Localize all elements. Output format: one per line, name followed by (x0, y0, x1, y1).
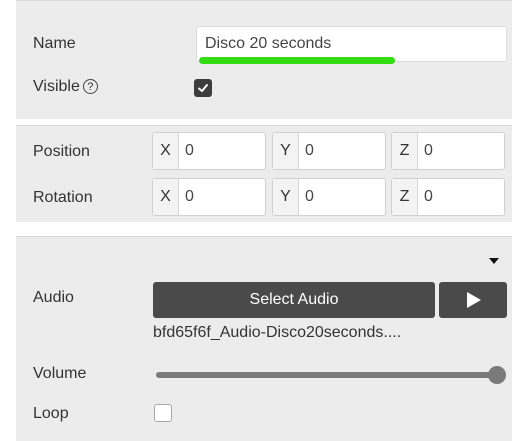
audio-file-name: bfd65f6f_Audio-Disco20seconds.... (153, 324, 402, 341)
rotation-x-axis-label: X (153, 179, 179, 215)
help-icon[interactable]: ? (82, 79, 98, 94)
position-y-field[interactable]: Y 0 (272, 132, 386, 170)
rotation-y-axis-label: Y (273, 179, 299, 215)
rotation-z-value[interactable]: 0 (424, 179, 433, 215)
loop-checkbox[interactable] (154, 404, 172, 422)
rotation-x-value[interactable]: 0 (185, 179, 194, 215)
play-button[interactable] (439, 282, 507, 318)
position-z-axis-label: Z (392, 133, 418, 169)
name-label: Name (33, 35, 76, 52)
chevron-down-icon[interactable] (489, 258, 499, 264)
visible-checkbox[interactable] (194, 79, 212, 97)
volume-slider-thumb[interactable] (488, 366, 506, 384)
rotation-x-field[interactable]: X 0 (152, 178, 266, 216)
loop-label: Loop (33, 405, 69, 422)
visible-label: Visible? (33, 78, 98, 96)
volume-slider-track[interactable] (156, 372, 498, 378)
rotation-z-field[interactable]: Z 0 (391, 178, 505, 216)
checkmark-icon (198, 84, 208, 92)
audio-label: Audio (33, 289, 74, 306)
play-icon (467, 292, 481, 308)
position-x-value[interactable]: 0 (185, 133, 194, 169)
select-audio-button[interactable]: Select Audio (153, 282, 435, 318)
rotation-label: Rotation (33, 189, 93, 206)
position-y-axis-label: Y (273, 133, 299, 169)
position-x-axis-label: X (153, 133, 179, 169)
position-x-field[interactable]: X 0 (152, 132, 266, 170)
position-label: Position (33, 143, 90, 160)
position-z-field[interactable]: Z 0 (391, 132, 505, 170)
rotation-z-axis-label: Z (392, 179, 418, 215)
rotation-y-field[interactable]: Y 0 (272, 178, 386, 216)
volume-label: Volume (33, 365, 87, 382)
visible-label-text: Visible (33, 78, 80, 95)
rotation-y-value[interactable]: 0 (305, 179, 314, 215)
name-highlight-underline (199, 57, 395, 64)
position-z-value[interactable]: 0 (424, 133, 433, 169)
position-y-value[interactable]: 0 (305, 133, 314, 169)
